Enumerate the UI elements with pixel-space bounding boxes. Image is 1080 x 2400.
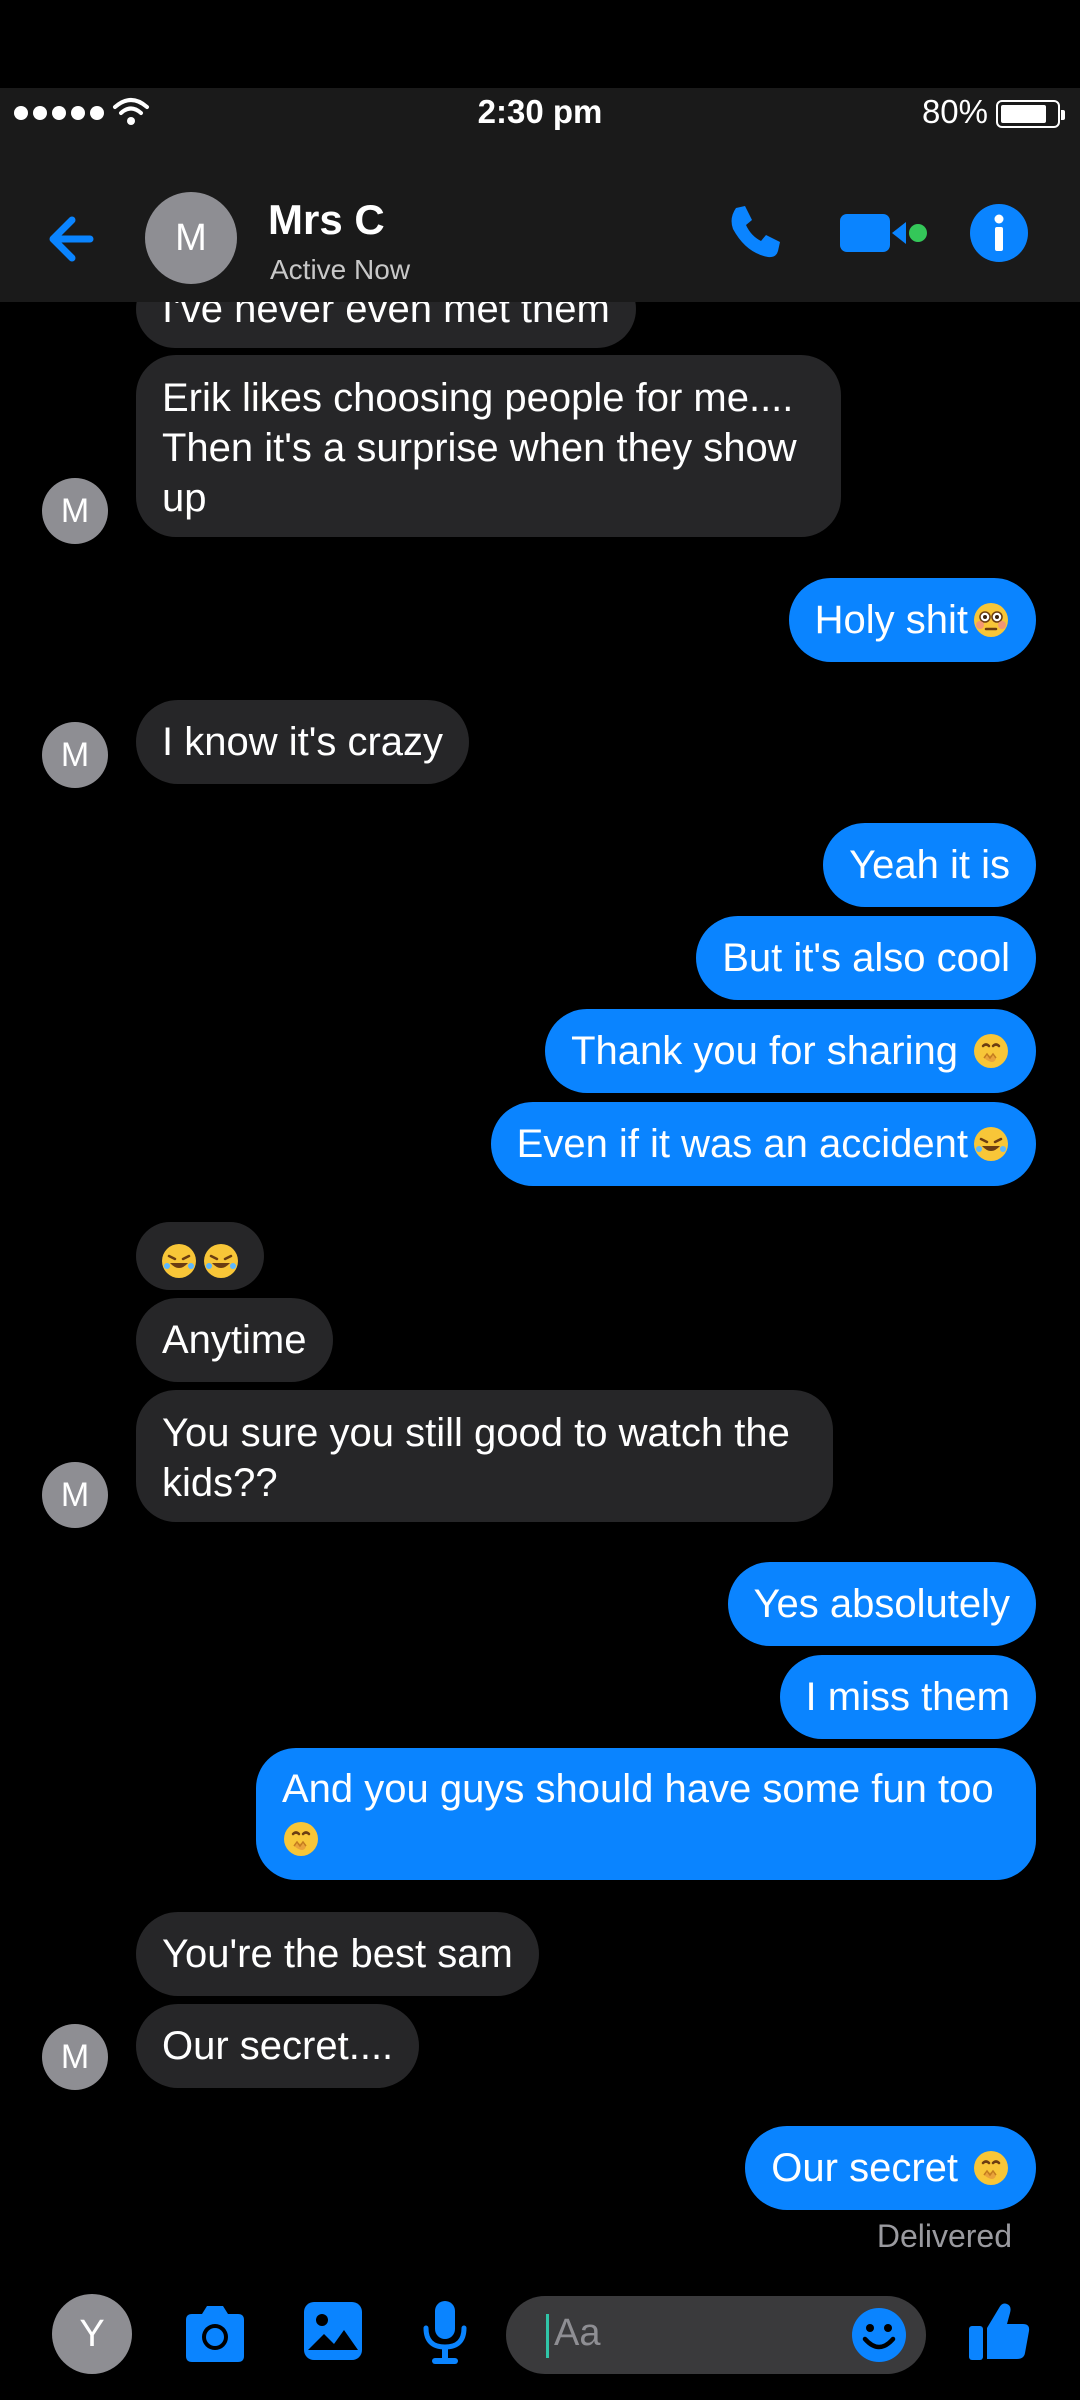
battery-icon: [996, 100, 1065, 128]
message-bubble-outgoing[interactable]: And you guys should have some fun too: [256, 1748, 1036, 1880]
contact-name[interactable]: Mrs C: [268, 196, 385, 244]
conversation-header: 2:30 pm 80% M Mrs C Active Now: [0, 88, 1080, 302]
active-now-dot: [909, 224, 927, 242]
face-with-hand-over-mouth-emoji: [972, 1032, 1010, 1070]
message-bubble-incoming[interactable]: Erik likes choosing people for me.... Th…: [136, 355, 841, 537]
sender-avatar[interactable]: M: [42, 722, 108, 788]
sender-avatar[interactable]: M: [42, 2024, 108, 2090]
message-input[interactable]: Aa: [506, 2296, 926, 2374]
message-bubble-incoming[interactable]: You sure you still good to watch the kid…: [136, 1390, 833, 1522]
battery-percentage: 80%: [921, 93, 988, 130]
message-bubble-incoming[interactable]: [136, 1222, 264, 1290]
camera-icon[interactable]: [180, 2302, 250, 2368]
delivery-status: Delivered: [876, 2218, 1012, 2254]
microphone-icon[interactable]: [420, 2298, 470, 2368]
message-bubble-incoming[interactable]: Our secret....: [136, 2004, 420, 2088]
phone-icon[interactable]: [722, 202, 784, 264]
rolling-on-floor-laughing-emoji: [160, 1242, 198, 1280]
smiley-icon[interactable]: [850, 2306, 908, 2364]
face-with-hand-over-mouth-emoji: [282, 1820, 320, 1858]
face-with-hand-over-mouth-emoji: [972, 2149, 1010, 2187]
status-time: 2:30 pm: [477, 93, 603, 130]
sender-avatar[interactable]: M: [42, 1462, 108, 1528]
own-avatar[interactable]: Y: [52, 2294, 132, 2374]
message-bubble-outgoing[interactable]: Even if it was an accident: [490, 1102, 1036, 1186]
contact-avatar[interactable]: M: [145, 192, 237, 284]
message-bubble-outgoing[interactable]: Holy shit: [788, 578, 1036, 662]
message-bubble-outgoing[interactable]: But it's also cool: [696, 916, 1036, 1000]
info-icon[interactable]: [968, 202, 1030, 264]
rolling-on-floor-laughing-emoji: [202, 1242, 240, 1280]
status-bar: 2:30 pm 80%: [0, 88, 1080, 140]
message-bubble-outgoing[interactable]: Yes absolutely: [727, 1562, 1036, 1646]
rolling-on-floor-laughing-emoji: [972, 1125, 1010, 1163]
flushed-face-emoji: [972, 601, 1010, 639]
message-bubble-incoming[interactable]: Anytime: [136, 1298, 333, 1382]
text-cursor: [546, 2314, 549, 2358]
message-bubble-incoming[interactable]: I know it's crazy: [136, 700, 470, 784]
sender-avatar[interactable]: M: [42, 478, 108, 544]
back-arrow-icon[interactable]: [40, 204, 110, 274]
message-bubble-outgoing[interactable]: I miss them: [779, 1655, 1036, 1739]
photo-icon[interactable]: [302, 2300, 364, 2362]
active-status: Active Now: [270, 254, 411, 285]
message-bubble-incoming[interactable]: You're the best sam: [136, 1912, 539, 1996]
message-input-placeholder: Aa: [554, 2312, 601, 2354]
message-bubble-outgoing[interactable]: Our secret: [745, 2126, 1036, 2210]
message-composer: Y Aa: [0, 2280, 1080, 2400]
message-bubble-outgoing[interactable]: Thank you for sharing: [545, 1009, 1036, 1093]
video-icon[interactable]: [838, 202, 930, 264]
thumbs-up-icon[interactable]: [966, 2298, 1032, 2364]
message-bubble-outgoing[interactable]: Yeah it is: [823, 823, 1036, 907]
